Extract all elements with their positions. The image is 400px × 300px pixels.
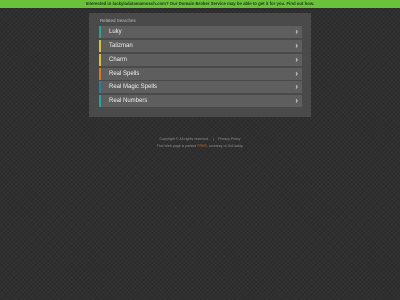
chevron-right-icon: › <box>295 82 298 91</box>
search-link-real-spells[interactable]: Real Spells › <box>99 68 302 80</box>
accent-bar <box>99 68 101 80</box>
disclaimer-prefix: This Web page is parked <box>156 144 197 148</box>
chevron-right-icon: › <box>295 27 298 36</box>
search-link-label: Real Magic Spells <box>109 84 158 90</box>
chevron-right-icon: › <box>295 41 298 50</box>
search-link-real-numbers[interactable]: Real Numbers › <box>99 95 302 107</box>
chevron-right-icon: › <box>295 96 298 105</box>
accent-bar <box>99 54 101 66</box>
search-link-label: Real Numbers <box>109 98 148 104</box>
footer-separator: | <box>213 137 215 141</box>
search-link-real-magic-spells[interactable]: Real Magic Spells › <box>99 81 302 93</box>
privacy-policy-link[interactable]: Privacy Policy <box>218 137 240 141</box>
domain-broker-banner[interactable]: Interested in luckyladatamamosch.com? Ou… <box>0 0 400 8</box>
related-searches-panel: Related Searches Luky › Talizman › Charm… <box>89 13 311 117</box>
chevron-right-icon: › <box>295 69 298 78</box>
accent-bar <box>99 81 101 93</box>
search-link-luky[interactable]: Luky › <box>99 26 302 38</box>
accent-bar <box>99 40 101 52</box>
search-link-label: Talizman <box>109 43 133 49</box>
search-link-label: Charm <box>109 57 128 63</box>
chevron-right-icon: › <box>295 55 298 64</box>
search-link-talizman[interactable]: Talizman › <box>99 40 302 52</box>
search-link-label: Real Spells <box>109 71 140 77</box>
search-link-label: Luky <box>109 29 122 35</box>
footer-copyright-row: Copyright © All rights reserved. | Privacy… <box>0 137 400 141</box>
footer-disclaimer: This Web page is parked FREE, courtesy o… <box>0 144 400 148</box>
copyright-text: Copyright © All rights reserved. <box>159 137 210 141</box>
panel-title: Related Searches <box>100 18 136 23</box>
search-link-charm[interactable]: Charm › <box>99 54 302 66</box>
accent-bar <box>99 26 101 38</box>
disclaimer-suffix: , courtesy of GoDaddy. <box>206 144 244 148</box>
accent-bar <box>99 95 101 107</box>
free-highlight: FREE <box>197 144 207 148</box>
